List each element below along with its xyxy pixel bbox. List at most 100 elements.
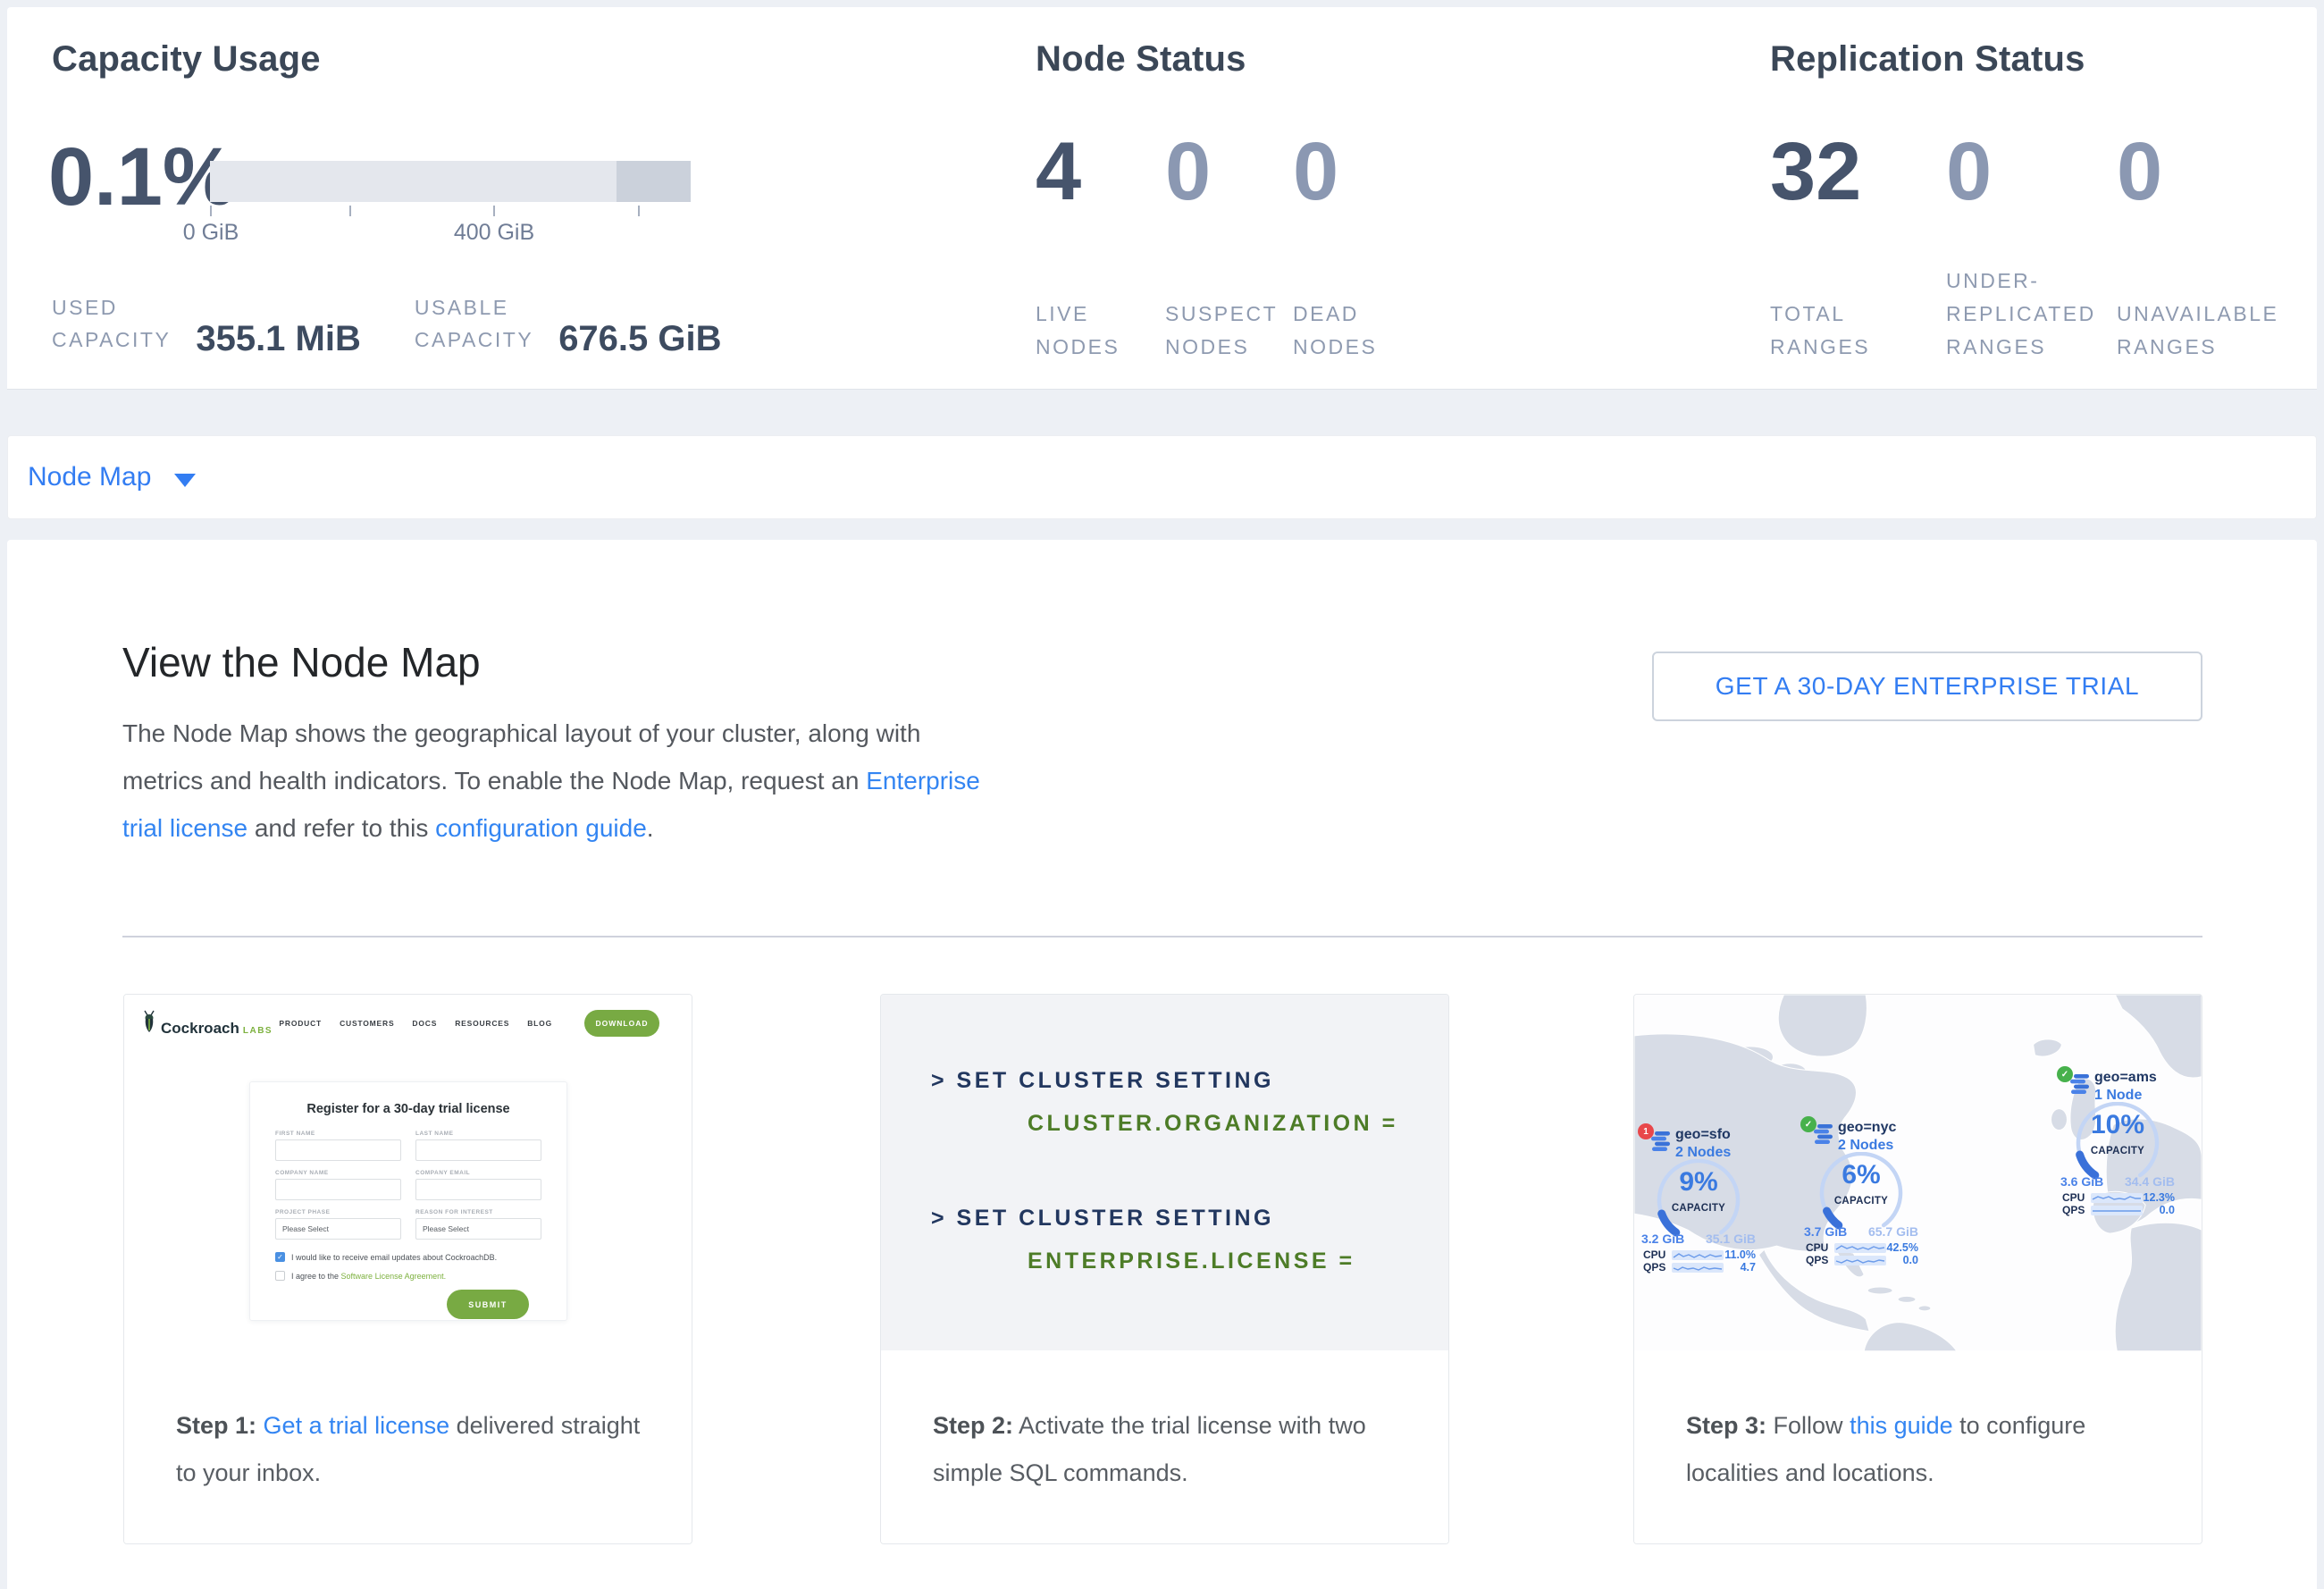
- used-capacity-label: USED CAPACITY: [52, 291, 171, 356]
- capacity-gauge: 6% CAPACITY: [1808, 1152, 1915, 1234]
- sql-commands-preview: > SET CLUSTER SETTING CLUSTER.ORGANIZATI…: [881, 995, 1448, 1350]
- under-replicated-ranges-stat: 0 UNDER- REPLICATED RANGES: [1946, 7, 2117, 389]
- cpu-sparkline: [1834, 1243, 1886, 1253]
- capacity-bar-nonusable-segment: [617, 161, 691, 202]
- brand-name: Cockroach: [161, 1020, 239, 1038]
- node-locality: geo=nyc: [1838, 1120, 1896, 1136]
- capacity-percent: 6%: [1808, 1160, 1915, 1190]
- sql-command: > SET CLUSTER SETTING CLUSTER.ORGANIZATI…: [931, 1059, 1448, 1145]
- company-name-input[interactable]: [275, 1179, 401, 1200]
- cockroach-labs-logo: Cockroach LABS: [142, 1010, 273, 1038]
- step-2-card: > SET CLUSTER SETTING CLUSTER.ORGANIZATI…: [880, 994, 1449, 1544]
- under-replicated-value: 0: [1946, 125, 1992, 219]
- capacity-axis-tick: [638, 206, 640, 216]
- capacity-label: CAPACITY: [1808, 1196, 1915, 1206]
- nav-blog[interactable]: BLOG: [527, 1019, 552, 1028]
- nav-product[interactable]: PRODUCT: [279, 1019, 322, 1028]
- page-title: View the Node Map: [122, 638, 481, 686]
- form-fields: FIRST NAME LAST NAME COMPANY NAME COMPAN…: [275, 1131, 541, 1240]
- field-company-name: COMPANY NAME: [275, 1170, 401, 1200]
- chevron-down-icon[interactable]: [174, 474, 196, 487]
- capacity-bar-track: [210, 161, 691, 202]
- email-updates-row: ✓ I would like to receive email updates …: [275, 1252, 541, 1262]
- capacity-usage-title: Capacity Usage: [52, 39, 321, 80]
- used-gib: 3.6 GiB: [2060, 1174, 2103, 1189]
- qps-row: QPS 0.0: [2062, 1204, 2175, 1216]
- last-name-input[interactable]: [415, 1139, 541, 1161]
- sql-statement: > SET CLUSTER SETTING: [931, 1197, 1448, 1240]
- get-trial-license-link[interactable]: Get a trial license: [264, 1412, 450, 1439]
- map-node-nyc[interactable]: ✓ geo=nyc 2 Nodes 6% CAPACITY: [1804, 1120, 1918, 1274]
- used-capacity-value: 355.1 MiB: [196, 319, 361, 359]
- step-1-caption: Step 1: Get a trial license delivered st…: [124, 1352, 692, 1543]
- cpu-sparkline: [2091, 1193, 2143, 1203]
- sql-command: > SET CLUSTER SETTING ENTERPRISE.LICENSE…: [931, 1197, 1448, 1282]
- form-checkboxes: ✓ I would like to receive email updates …: [275, 1252, 541, 1281]
- step-3-caption: Step 3: Follow this guide to configure l…: [1634, 1352, 2202, 1543]
- node-map-dropdown[interactable]: Node Map: [28, 462, 151, 492]
- get-enterprise-trial-button[interactable]: GET A 30-DAY ENTERPRISE TRIAL: [1652, 652, 2202, 721]
- nav-resources[interactable]: RESOURCES: [455, 1019, 509, 1028]
- map-node-ams[interactable]: ✓ geo=ams 1 Node 10% CAPACITY: [2060, 1070, 2175, 1223]
- map-node-sfo[interactable]: 1 geo=sfo 2 Nodes 9% CAPACITY: [1641, 1127, 1756, 1281]
- dead-nodes-value: 0: [1293, 125, 1338, 219]
- mini-site-header: Cockroach LABS PRODUCT CUSTOMERS DOCS RE…: [142, 1007, 659, 1039]
- live-nodes-value: 4: [1036, 125, 1081, 219]
- intro-description: The Node Map shows the geographical layo…: [122, 710, 980, 852]
- capacity-axis-tick: [349, 206, 351, 216]
- live-nodes-label: LIVE NODES: [1036, 298, 1120, 364]
- used-capacity-stat: USED CAPACITY 355.1 MiB: [52, 291, 361, 356]
- step-2-caption: Step 2: Activate the trial license with …: [881, 1352, 1448, 1543]
- submit-button[interactable]: SUBMIT: [447, 1290, 529, 1319]
- capacity-range: 3.7 GiB 65.7 GiB: [1804, 1224, 1918, 1239]
- qps-row: QPS 4.7: [1643, 1261, 1756, 1274]
- node-map-placeholder-section: View the Node Map The Node Map shows the…: [7, 540, 2317, 1589]
- capacity-stats: USED CAPACITY 355.1 MiB USABLE CAPACITY …: [52, 291, 776, 356]
- capacity-gauge: 10% CAPACITY: [2064, 1102, 2171, 1184]
- email-updates-checkbox[interactable]: ✓: [275, 1252, 285, 1262]
- nav-customers[interactable]: CUSTOMERS: [340, 1019, 394, 1028]
- configuration-guide-link[interactable]: configuration guide: [435, 814, 647, 842]
- intro-text: and refer to this: [248, 814, 435, 842]
- capacity-axis-tick: [493, 206, 495, 216]
- step-1-card: Cockroach LABS PRODUCT CUSTOMERS DOCS RE…: [123, 994, 692, 1544]
- total-ranges-value: 32: [1770, 125, 1861, 219]
- license-agreement-checkbox[interactable]: [275, 1271, 285, 1281]
- used-gib: 3.7 GiB: [1804, 1224, 1847, 1239]
- download-button[interactable]: DOWNLOAD: [584, 1010, 659, 1037]
- section-divider: [122, 936, 2202, 937]
- live-nodes-stat: 4 LIVE NODES: [1036, 7, 1165, 389]
- field-last-name: LAST NAME: [415, 1131, 541, 1161]
- capacity-bar: 0 GiB 400 GiB: [210, 161, 691, 259]
- unavailable-ranges-stat: 0 UNAVAILABLE RANGES: [2117, 7, 2304, 389]
- total-ranges-label: TOTAL RANGES: [1770, 298, 1870, 364]
- field-first-name: FIRST NAME: [275, 1131, 401, 1161]
- intro-text: .: [647, 814, 654, 842]
- first-name-input[interactable]: [275, 1139, 401, 1161]
- company-email-input[interactable]: [415, 1179, 541, 1200]
- brand-suffix: LABS: [243, 1026, 273, 1036]
- capacity-axis-label-0: 0 GiB: [148, 220, 273, 246]
- field-reason: REASON FOR INTEREST Please Select: [415, 1209, 541, 1240]
- qps-sparkline: [1834, 1256, 1886, 1265]
- capacity-range: 3.2 GiB 35.1 GiB: [1641, 1232, 1756, 1246]
- nav-docs[interactable]: DOCS: [412, 1019, 437, 1028]
- software-license-agreement-link[interactable]: Software License Agreement.: [341, 1272, 447, 1281]
- this-guide-link[interactable]: this guide: [1850, 1412, 1953, 1439]
- project-phase-select[interactable]: Please Select: [275, 1218, 401, 1240]
- qps-row: QPS 0.0: [1806, 1254, 1918, 1266]
- healthy-badge: ✓: [2057, 1066, 2073, 1082]
- suspect-nodes-stat: 0 SUSPECT NODES: [1165, 7, 1293, 389]
- view-selector-bar: Node Map: [7, 435, 2317, 519]
- total-ranges-stat: 32 TOTAL RANGES: [1770, 7, 1946, 389]
- qps-sparkline: [1672, 1263, 1724, 1273]
- license-agreement-text: I agree to the Software License Agreemen…: [291, 1272, 446, 1281]
- suspect-nodes-value: 0: [1165, 125, 1211, 219]
- trial-registration-form: Register for a 30-day trial license FIRS…: [249, 1081, 567, 1321]
- license-agreement-row: I agree to the Software License Agreemen…: [275, 1271, 541, 1281]
- node-map-preview: 1 geo=sfo 2 Nodes 9% CAPACITY: [1634, 995, 2202, 1350]
- roach-icon: [142, 1010, 156, 1033]
- reason-select[interactable]: Please Select: [415, 1218, 541, 1240]
- node-locality: geo=sfo: [1675, 1127, 1731, 1143]
- database-stack-icon: [2070, 1074, 2092, 1095]
